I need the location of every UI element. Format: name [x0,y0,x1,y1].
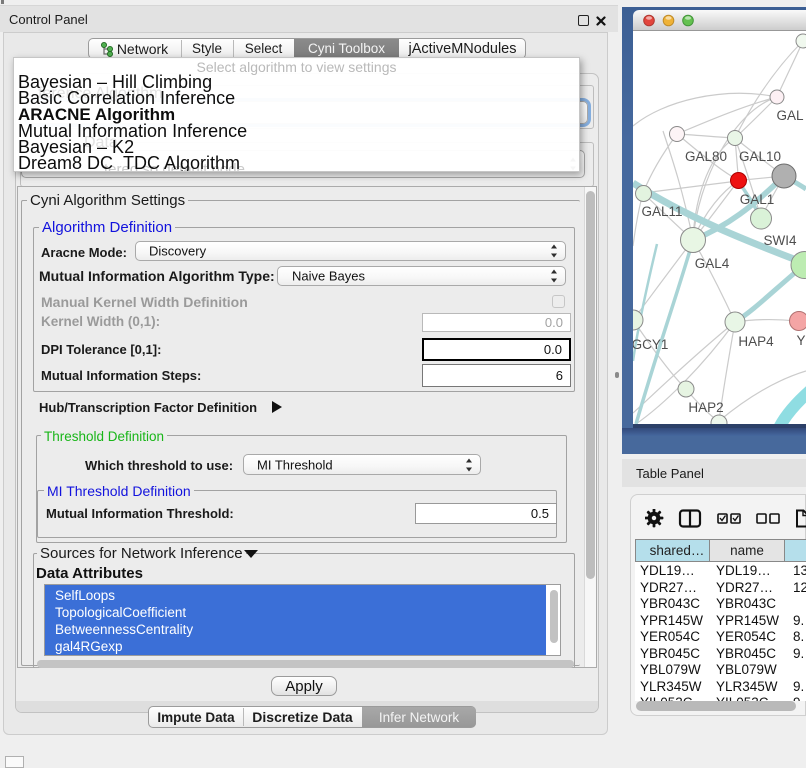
svg-text:GAL1: GAL1 [740,192,775,207]
svg-text:GAL4: GAL4 [695,256,730,271]
svg-text:GCY1: GCY1 [633,337,668,352]
svg-text:SWI4: SWI4 [763,233,796,248]
svg-text:HAP4: HAP4 [738,334,774,349]
svg-text:GAL10: GAL10 [739,149,781,164]
svg-text:GAL11: GAL11 [641,204,682,219]
svg-text:GAL: GAL [776,108,804,123]
svg-text:Y: Y [796,333,805,348]
svg-text:HAP2: HAP2 [688,400,723,415]
svg-text:GAL80: GAL80 [685,149,727,164]
